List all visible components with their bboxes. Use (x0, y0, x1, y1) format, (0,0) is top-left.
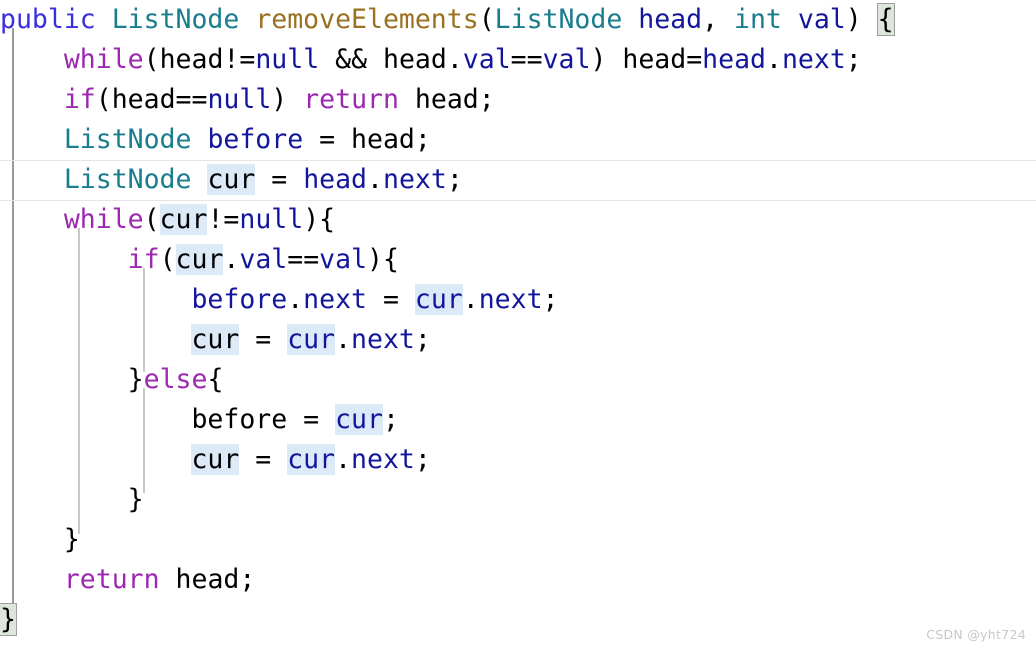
token-param-type-int: int (734, 4, 782, 35)
code-line-9[interactable]: cur = cur.next; (0, 320, 1036, 360)
token-ident-val: val (319, 244, 368, 275)
token-ident-head: head (159, 44, 224, 75)
code-line-1[interactable]: public ListNode removeElements(ListNode … (0, 0, 1036, 40)
token-keyword-if: if (127, 244, 160, 275)
bracket-match-open: { (877, 4, 894, 35)
token-ident-head: head (175, 564, 240, 595)
token-ident-head: head (111, 84, 176, 115)
token-var-cur: cur (159, 204, 208, 235)
token-var-cur: cur (207, 164, 256, 195)
token-field-next-2: next (478, 284, 543, 315)
token-keyword-while: while (63, 204, 144, 235)
code-line-15[interactable]: return head; (0, 560, 1036, 600)
token-var-before: before (207, 124, 304, 155)
token-ident-head: head (303, 164, 368, 195)
code-line-13[interactable]: } (0, 480, 1036, 520)
token-param-type-listnode: ListNode (494, 4, 623, 35)
token-field-next: next (382, 164, 447, 195)
token-assign-rhs-head: head (702, 44, 766, 75)
token-keyword-if: if (63, 84, 96, 115)
code-line-4[interactable]: ListNode before = head; (0, 120, 1036, 160)
token-field-next: next (351, 324, 415, 355)
code-line-8[interactable]: before.next = cur.next; (0, 280, 1036, 320)
token-var-cur: cur (191, 444, 240, 475)
token-literal-null: null (239, 204, 304, 235)
token-var-cur-2: cur (287, 444, 336, 475)
token-var-before: before (191, 284, 288, 315)
token-field-val: val (462, 44, 511, 75)
token-field-val: val (239, 244, 288, 275)
token-type-listnode: ListNode (63, 124, 192, 155)
token-keyword-return: return (303, 84, 399, 115)
token-field-next: next (303, 284, 367, 315)
token-method-name: removeElements (255, 4, 479, 35)
token-var-cur-2: cur (287, 324, 336, 355)
token-brace-close: } (127, 484, 144, 515)
token-ident-head: head (351, 124, 415, 155)
token-ident-val: val (542, 44, 591, 75)
token-var-cur: cur (335, 404, 383, 435)
token-assign-lhs-head: head (622, 44, 687, 75)
token-var-before: before (191, 404, 288, 435)
token-field-next: next (781, 44, 846, 75)
token-var-cur: cur (191, 324, 240, 355)
token-keyword-while: while (63, 44, 144, 75)
token-ident-head-2: head (382, 44, 447, 75)
token-ident-head-2: head (414, 84, 479, 115)
watermark: CSDN @yht724 (926, 627, 1026, 642)
token-keyword-return: return (63, 564, 160, 595)
code-line-11[interactable]: before = cur; (0, 400, 1036, 440)
token-keyword-else: else (143, 364, 208, 395)
code-line-3[interactable]: if(head==null) return head; (0, 80, 1036, 120)
code-line-2[interactable]: while(head!=null && head.val==val) head=… (0, 40, 1036, 80)
token-type-listnode: ListNode (63, 164, 192, 195)
code-editor[interactable]: public ListNode removeElements(ListNode … (0, 0, 1036, 650)
token-param-val: val (797, 4, 846, 35)
token-literal-null: null (255, 44, 320, 75)
code-line-7[interactable]: if(cur.val==val){ (0, 240, 1036, 280)
token-var-cur: cur (175, 244, 224, 275)
bracket-match-close: } (0, 604, 16, 635)
code-line-12[interactable]: cur = cur.next; (0, 440, 1036, 480)
token-type-listnode: ListNode (111, 4, 240, 35)
code-line-6[interactable]: while(cur!=null){ (0, 200, 1036, 240)
token-literal-null: null (207, 84, 272, 115)
code-line-16[interactable]: } (0, 600, 1036, 640)
token-field-next: next (351, 444, 415, 475)
token-brace-close: } (63, 524, 80, 555)
code-line-10[interactable]: }else{ (0, 360, 1036, 400)
code-content[interactable]: public ListNode removeElements(ListNode … (0, 0, 1036, 640)
token-var-cur: cur (414, 284, 463, 315)
token-param-head: head (638, 4, 703, 35)
code-line-14[interactable]: } (0, 520, 1036, 560)
code-line-5-current[interactable]: ListNode cur = head.next; (0, 160, 1036, 200)
token-modifier-public: public (0, 4, 96, 35)
